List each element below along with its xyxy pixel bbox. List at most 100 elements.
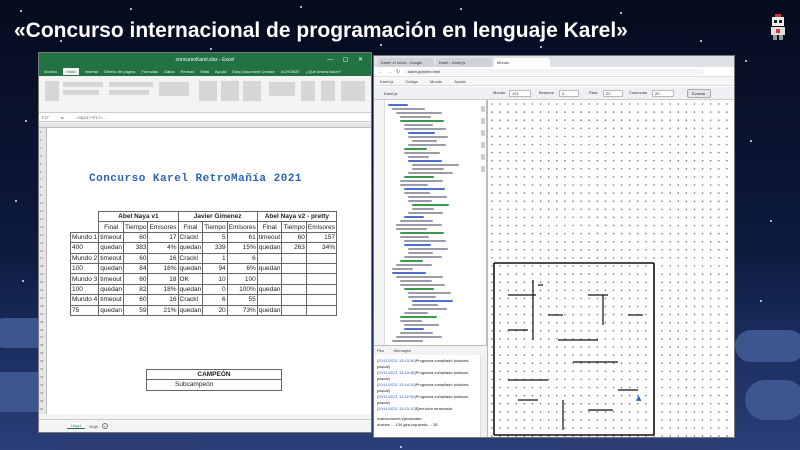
ribbon-tab[interactable]: Inicio [63, 68, 79, 75]
result-cell[interactable]: timeout [98, 273, 124, 285]
result-cell[interactable]: 61 [226, 231, 258, 244]
result-cell[interactable]: quedan [98, 262, 124, 275]
menu-item[interactable]: Mundo [430, 79, 442, 84]
row-number[interactable]: 15 [40, 241, 43, 245]
world-label[interactable]: 75 [69, 304, 100, 316]
row-number[interactable]: 34 [40, 391, 43, 395]
result-cell[interactable]: 60 [122, 294, 149, 306]
result-cell[interactable]: 82 [122, 283, 149, 296]
row-number[interactable]: 24 [40, 312, 43, 316]
columnas-field[interactable]: 20 [652, 90, 674, 97]
result-cell[interactable] [256, 252, 283, 264]
row-number[interactable]: 22 [40, 296, 43, 300]
result-cell[interactable]: 157 [305, 231, 338, 244]
result-cell[interactable] [305, 252, 338, 264]
row-number[interactable]: 16 [40, 249, 43, 253]
result-cell[interactable]: 59 [122, 304, 149, 316]
result-cell[interactable]: 383 [122, 242, 149, 254]
result-cell[interactable]: 17 [147, 231, 179, 244]
row-number[interactable]: 6 [40, 170, 42, 174]
row-number[interactable]: 33 [40, 383, 43, 387]
result-cell[interactable] [256, 273, 283, 285]
ribbon-tab[interactable]: Archivo [44, 69, 57, 74]
result-cell[interactable]: 60 [122, 273, 149, 285]
slider-tick[interactable] [481, 142, 485, 148]
result-cell[interactable]: timeout [98, 252, 124, 264]
result-cell[interactable]: 16% [147, 262, 179, 275]
row-number[interactable]: 32 [40, 375, 43, 379]
result-cell[interactable]: quedan [177, 283, 204, 296]
result-cell[interactable]: quedan [177, 262, 204, 275]
result-cell[interactable]: Crackl [177, 231, 204, 244]
result-cell[interactable]: 18 [147, 273, 179, 285]
result-cell[interactable]: 10 [202, 273, 228, 285]
sheet-tab[interactable]: Hoja [89, 424, 97, 429]
result-cell[interactable] [281, 273, 307, 285]
forward-icon[interactable]: → [387, 69, 392, 75]
result-cell[interactable]: Crackl [177, 252, 204, 264]
result-cell[interactable] [281, 252, 307, 264]
result-cell[interactable]: quedan [177, 304, 204, 316]
row-number[interactable]: 19 [40, 272, 43, 276]
ribbon-tab[interactable]: ACROBAT [281, 69, 300, 74]
menu-item[interactable]: Karel.js [380, 79, 393, 84]
row-number[interactable]: 20 [40, 280, 43, 284]
row-number[interactable]: 1 [40, 130, 42, 134]
result-cell[interactable]: timeout [98, 294, 124, 306]
browser-tab[interactable]: Mundo [494, 58, 550, 67]
result-cell[interactable]: timeout [98, 231, 124, 244]
world-label[interactable]: Mundo 4 [69, 294, 100, 306]
row-number[interactable]: 36 [40, 407, 43, 411]
karel-world[interactable]: ▲ [481, 100, 735, 438]
row-number[interactable]: 11 [40, 209, 43, 213]
row-number[interactable]: 5 [40, 162, 42, 166]
result-cell[interactable]: quedan [256, 304, 283, 316]
row-number[interactable]: 23 [40, 304, 43, 308]
result-cell[interactable]: 60 [122, 252, 149, 264]
ribbon-tab[interactable]: Datos [164, 69, 174, 74]
add-sheet-button[interactable]: + [101, 423, 108, 429]
row-number[interactable]: 3 [40, 146, 42, 150]
url-input[interactable]: karel.js/index.html [404, 68, 704, 75]
result-cell[interactable]: 34% [305, 242, 338, 254]
name-box[interactable]: F27 [42, 115, 49, 120]
result-cell[interactable]: 5 [202, 231, 228, 244]
result-cell[interactable]: 6 [226, 252, 258, 264]
tab-messages[interactable]: Mensajes [394, 348, 411, 353]
result-cell[interactable]: 0 [202, 283, 228, 296]
sheet-tab[interactable]: Hoja1 [67, 423, 86, 429]
slider-tick[interactable] [481, 166, 485, 172]
result-cell[interactable] [281, 304, 307, 316]
world-label[interactable]: Mundo 3 [69, 273, 100, 285]
result-cell[interactable]: 16 [147, 252, 179, 264]
result-cell[interactable]: 20 [202, 304, 228, 316]
world-grid[interactable]: ▲ [488, 100, 735, 438]
ribbon-tab[interactable]: Fórmulas [141, 69, 158, 74]
result-cell[interactable]: OK [177, 273, 204, 285]
result-cell[interactable]: 100 [226, 273, 258, 285]
ribbon-tab[interactable]: Revisar [181, 69, 195, 74]
row-number[interactable]: 14 [40, 233, 43, 237]
row-number[interactable]: 13 [40, 225, 43, 229]
result-cell[interactable]: 6 [202, 294, 228, 306]
row-number[interactable]: 28 [40, 343, 43, 347]
row-number[interactable]: 27 [40, 335, 43, 339]
window-controls[interactable]: — ▢ ✕ [327, 56, 367, 63]
slider-tick[interactable] [481, 154, 485, 160]
result-cell[interactable]: 6% [226, 262, 258, 275]
row-number[interactable]: 12 [40, 217, 43, 221]
result-cell[interactable]: 55 [226, 294, 258, 306]
world-label[interactable]: 100 [69, 262, 100, 275]
browser-tab[interactable]: Karel: el robot - Google [378, 58, 434, 67]
row-number[interactable]: 7 [40, 177, 42, 181]
result-cell[interactable]: 84 [122, 262, 149, 275]
result-cell[interactable] [305, 283, 338, 296]
row-number[interactable]: 35 [40, 399, 43, 403]
result-cell[interactable]: Crackl [177, 294, 204, 306]
result-cell[interactable]: 73% [226, 304, 258, 316]
filas-field[interactable]: 20 [603, 90, 623, 97]
evaluate-button[interactable]: Evaluar [687, 89, 711, 98]
row-number[interactable]: 30 [40, 359, 43, 363]
ribbon-tab[interactable]: Insertar [85, 69, 99, 74]
row-number[interactable]: 2 [40, 138, 42, 142]
